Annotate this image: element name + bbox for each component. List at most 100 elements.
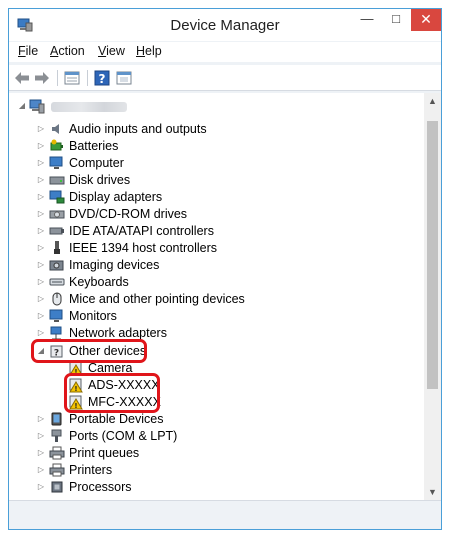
scroll-up-icon[interactable]: ▲: [424, 93, 441, 110]
collapse-arrow-icon[interactable]: ◢: [17, 101, 27, 111]
tree-item[interactable]: ▷ Mice and other pointing devices: [9, 291, 424, 308]
toolbar-separator: [57, 70, 58, 86]
expand-arrow-icon[interactable]: ▷: [36, 158, 46, 168]
tree-item-label: Monitors: [69, 309, 117, 323]
close-button[interactable]: ✕: [411, 9, 441, 31]
menu-action[interactable]: Action: [50, 44, 85, 58]
tree-item[interactable]: ▷ Monitors: [9, 308, 424, 325]
tree-item[interactable]: ▷ Disk drives: [9, 172, 424, 189]
expand-arrow-icon[interactable]: ▷: [36, 243, 46, 253]
tree-item[interactable]: ▷ Portable Devices: [9, 411, 424, 428]
tree-item[interactable]: ▷ Ports (COM & LPT): [9, 428, 424, 445]
expand-arrow-icon[interactable]: ▷: [36, 209, 46, 219]
tree-item[interactable]: ▷ Display adapters: [9, 189, 424, 206]
port-icon: [51, 429, 62, 442]
tree-item-label: Batteries: [69, 139, 119, 153]
printer-icon: [49, 446, 65, 460]
expand-arrow-icon[interactable]: ▷: [36, 277, 46, 287]
ieee1394-icon: [54, 241, 60, 254]
disk-drive-icon: [49, 176, 65, 185]
forward-arrow-icon[interactable]: [33, 69, 51, 87]
menu-file[interactable]: File: [18, 44, 38, 58]
processor-icon: [51, 481, 63, 493]
optical-drive-icon: [49, 210, 65, 219]
tree-item[interactable]: ▷ Computer: [9, 155, 424, 172]
properties-icon[interactable]: [63, 69, 81, 87]
update-driver-icon[interactable]: [115, 69, 133, 87]
display-adapter-icon: [49, 190, 65, 204]
expand-arrow-icon[interactable]: ▷: [36, 482, 46, 492]
portable-device-icon: [51, 412, 62, 426]
tree-item-label: Audio inputs and outputs: [69, 122, 207, 136]
expand-arrow-icon[interactable]: ▷: [36, 124, 46, 134]
tree-item[interactable]: ▷ Print queues: [9, 445, 424, 462]
battery-icon: [50, 139, 63, 151]
printer-icon: [49, 463, 65, 477]
computer-name-redacted: [51, 102, 127, 112]
maximize-button[interactable]: □: [383, 9, 409, 31]
tree-item[interactable]: ▷ IDE ATA/ATAPI controllers: [9, 223, 424, 240]
tree-item[interactable]: ▷ Batteries: [9, 138, 424, 155]
scroll-down-icon[interactable]: ▼: [424, 484, 441, 500]
expand-arrow-icon[interactable]: ▷: [36, 192, 46, 202]
tree-item-label: Processors: [69, 480, 132, 494]
tree-item-label: IEEE 1394 host controllers: [69, 241, 217, 255]
device-manager-window: Device Manager — □ ✕ File Action View He…: [8, 8, 442, 530]
expand-arrow-icon[interactable]: ▷: [36, 294, 46, 304]
tree-item[interactable]: ▷ Keyboards: [9, 274, 424, 291]
tree-item-label: Network adapters: [69, 326, 167, 340]
highlight-other-devices: [31, 339, 147, 363]
expand-arrow-icon[interactable]: ▷: [36, 414, 46, 424]
tree-item[interactable]: ▷ Audio inputs and outputs: [9, 121, 424, 138]
expand-arrow-icon[interactable]: ▷: [36, 431, 46, 441]
keyboard-icon: [49, 278, 65, 286]
tree-item-label: Print queues: [69, 446, 140, 460]
tree-item-label: Computer: [69, 156, 124, 170]
tree-root[interactable]: ◢: [9, 98, 424, 115]
expand-arrow-icon[interactable]: ▷: [36, 311, 46, 321]
device-tree[interactable]: ◢ ▷ Audio inputs and outputs ▷ Batteries…: [9, 93, 441, 501]
tree-item[interactable]: ▷ Printers: [9, 462, 424, 479]
expand-arrow-icon[interactable]: ▷: [36, 141, 46, 151]
tree-item-label: Keyboards: [69, 275, 129, 289]
svg-text:?: ?: [99, 72, 106, 86]
highlight-unknown-devices: [64, 373, 160, 413]
tree-item-label: Printers: [69, 463, 113, 477]
tree-item-label: DVD/CD-ROM drives: [69, 207, 188, 221]
computer-icon: [29, 99, 45, 114]
expand-arrow-icon[interactable]: ▷: [36, 465, 46, 475]
tree-item-label: IDE ATA/ATAPI controllers: [69, 224, 214, 238]
tree-item[interactable]: ▷ IEEE 1394 host controllers: [9, 240, 424, 257]
vertical-scrollbar[interactable]: ▲ ▼: [424, 93, 441, 500]
monitor-icon: [49, 309, 63, 322]
status-bar: [9, 503, 441, 529]
speaker-icon: [52, 124, 59, 134]
menu-view[interactable]: View: [98, 44, 125, 58]
expand-arrow-icon[interactable]: ▷: [36, 175, 46, 185]
toolbar-separator: [87, 70, 88, 86]
tree-item-label: Portable Devices: [69, 412, 164, 426]
tree-item-label: Mice and other pointing devices: [69, 292, 245, 306]
menu-bar: File Action View Help: [9, 42, 441, 62]
menu-help[interactable]: Help: [136, 44, 162, 58]
scroll-thumb[interactable]: [427, 121, 438, 389]
expand-arrow-icon[interactable]: ▷: [36, 260, 46, 270]
tree-item[interactable]: ▷ DVD/CD-ROM drives: [9, 206, 424, 223]
tree-item[interactable]: ▷ Imaging devices: [9, 257, 424, 274]
camera-icon: [49, 260, 64, 271]
mouse-icon: [52, 292, 62, 306]
tree-item-label: Display adapters: [69, 190, 163, 204]
controller-icon: [49, 227, 64, 235]
expand-arrow-icon[interactable]: ▷: [36, 226, 46, 236]
tree-item-label: Ports (COM & LPT): [69, 429, 178, 443]
help-icon[interactable]: ?: [93, 69, 111, 87]
tree-item-label: Imaging devices: [69, 258, 160, 272]
expand-arrow-icon[interactable]: ▷: [36, 448, 46, 458]
monitor-icon: [49, 156, 63, 169]
expand-arrow-icon[interactable]: ▷: [36, 328, 46, 338]
tree-item[interactable]: ▷ Processors: [9, 479, 424, 496]
minimize-button[interactable]: —: [355, 9, 379, 31]
title-bar: Device Manager — □ ✕: [9, 9, 441, 41]
toolbar: ?: [9, 65, 441, 91]
back-arrow-icon[interactable]: [13, 69, 31, 87]
